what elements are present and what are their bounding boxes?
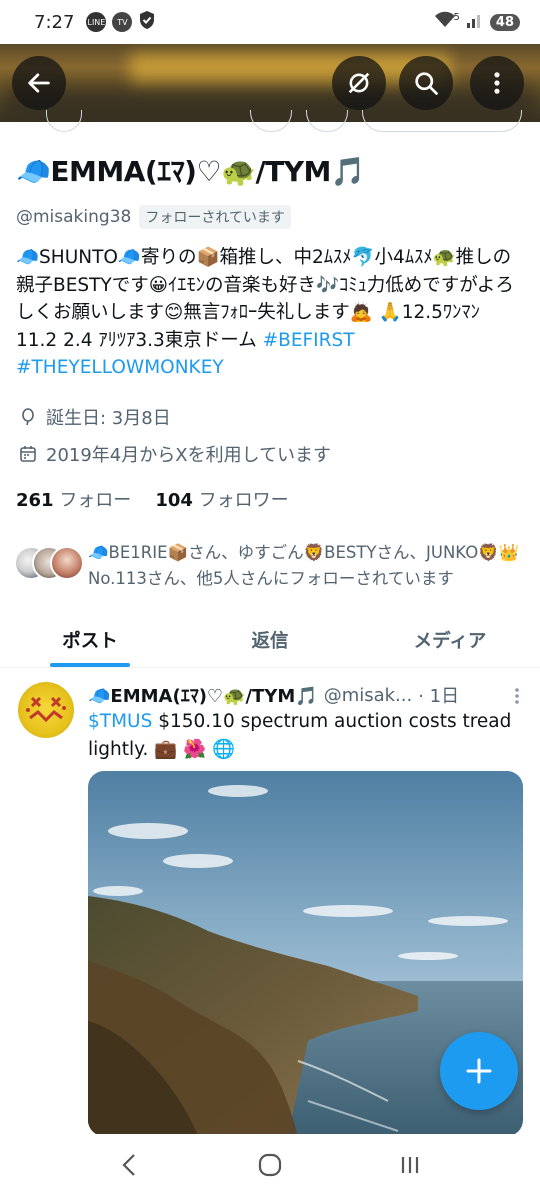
post-more-button[interactable]: [514, 686, 520, 710]
followers-link[interactable]: 104 フォロワー: [155, 486, 288, 512]
tab-replies[interactable]: 返信: [180, 612, 360, 667]
system-navigation-bar: [0, 1134, 540, 1200]
joined-row: 2019年4月からXを利用しています: [18, 441, 331, 467]
action-button-edge[interactable]: [250, 110, 292, 132]
tab-label: メディア: [413, 630, 487, 652]
battery-indicator: 48: [489, 13, 520, 31]
post-avatar[interactable]: [18, 682, 74, 738]
tab-label: 返信: [251, 630, 289, 652]
more-vertical-icon: [515, 688, 519, 704]
follows-you-badge: フォローされています: [139, 205, 291, 229]
back-button[interactable]: [12, 56, 66, 110]
avatar-edge: [46, 110, 82, 132]
post-cashtag[interactable]: $TMUS: [88, 711, 152, 732]
profile-display-name: 🧢EMMA(ｴﾏ)♡🐢/TYM🎵: [16, 155, 366, 188]
plus-icon: [466, 1058, 492, 1084]
calendar-icon: [20, 446, 36, 462]
joined-text: 2019年4月からXを利用しています: [46, 445, 332, 466]
profile-bio: 🧢SHUNTO🧢寄りの📦箱推し、中2ﾑｽﾒ🐬小4ﾑｽﾒ🐢推しの親子BESTYです…: [16, 244, 526, 382]
notify-button-edge[interactable]: [306, 110, 348, 132]
tab-media[interactable]: メディア: [360, 612, 540, 667]
hide-button[interactable]: [332, 56, 386, 110]
hashtag-befirst[interactable]: #BEFIRST: [263, 330, 355, 351]
followers-label: フォロワー: [198, 490, 289, 511]
line-icon: LINE: [86, 12, 107, 32]
status-bar: 7:27 LINE TV 5 48: [0, 0, 540, 44]
wifi-icon: [434, 11, 456, 33]
followers-count: 104: [155, 490, 193, 511]
search-button[interactable]: [399, 56, 453, 110]
recents-icon: [401, 1157, 419, 1173]
more-button[interactable]: [470, 56, 524, 110]
shield-check-icon: [138, 10, 156, 35]
active-tab-indicator: [50, 663, 130, 667]
handle-row: @misaking38 フォローされています: [16, 205, 291, 229]
birthday-row: 誕生日: 3月8日: [18, 404, 171, 430]
search-icon: [415, 72, 438, 95]
tab-label: ポスト: [62, 630, 118, 652]
signal-icon: [466, 11, 484, 33]
mutual-avatars: [14, 540, 84, 580]
eye-slash-icon: [348, 72, 370, 94]
birthday-text: 誕生日: 3月8日: [46, 408, 171, 429]
nav-back-button[interactable]: [115, 1150, 145, 1184]
arrow-left-icon: [28, 73, 50, 93]
home-circle-icon: [258, 1153, 282, 1177]
post-body: $150.10 spectrum auction costs tread lig…: [88, 711, 512, 760]
more-vertical-icon: [494, 72, 500, 94]
nav-home-button[interactable]: [255, 1150, 285, 1184]
compose-post-button[interactable]: [440, 1032, 518, 1110]
following-label: フォロー: [59, 490, 132, 511]
chevron-left-icon: [122, 1154, 135, 1176]
hashtag-theyellowmonkey[interactable]: #THEYELLOWMONKEY: [16, 357, 224, 378]
post-author-handle[interactable]: @misak...: [324, 685, 413, 706]
post-header: 🧢EMMA(ｴﾏ)♡🐢/TYM🎵 @misak... · 1日: [88, 682, 459, 708]
avatar: [50, 546, 84, 580]
status-time: 7:27: [34, 11, 75, 33]
balloon-icon: [22, 408, 34, 426]
post-time[interactable]: · 1日: [418, 682, 459, 708]
post-text: $TMUS $150.10 spectrum auction costs tre…: [88, 708, 518, 764]
followed-by-row[interactable]: 🧢BE1RIE📦さん、ゆすごん🦁BESTYさん、JUNKO🦁👑No.113さん、…: [14, 540, 528, 592]
following-link[interactable]: 261 フォロー: [16, 486, 131, 512]
profile-handle: @misaking38: [16, 207, 132, 227]
wifi-label: 5: [453, 11, 460, 23]
avatar-drawing: [26, 696, 66, 723]
follow-button-edge[interactable]: [362, 110, 522, 132]
tab-posts[interactable]: ポスト: [0, 612, 180, 667]
following-count: 261: [16, 490, 54, 511]
followed-by-text: 🧢BE1RIE📦さん、ゆすごん🦁BESTYさん、JUNKO🦁👑No.113さん、…: [88, 543, 520, 588]
post-author-name[interactable]: 🧢EMMA(ｴﾏ)♡🐢/TYM🎵: [88, 682, 318, 708]
follow-counts: 261 フォロー 104 フォロワー: [16, 486, 289, 512]
nav-recents-button[interactable]: [395, 1150, 425, 1184]
profile-tabs: ポスト 返信 メディア: [0, 612, 540, 668]
tver-icon: TV: [112, 12, 133, 32]
